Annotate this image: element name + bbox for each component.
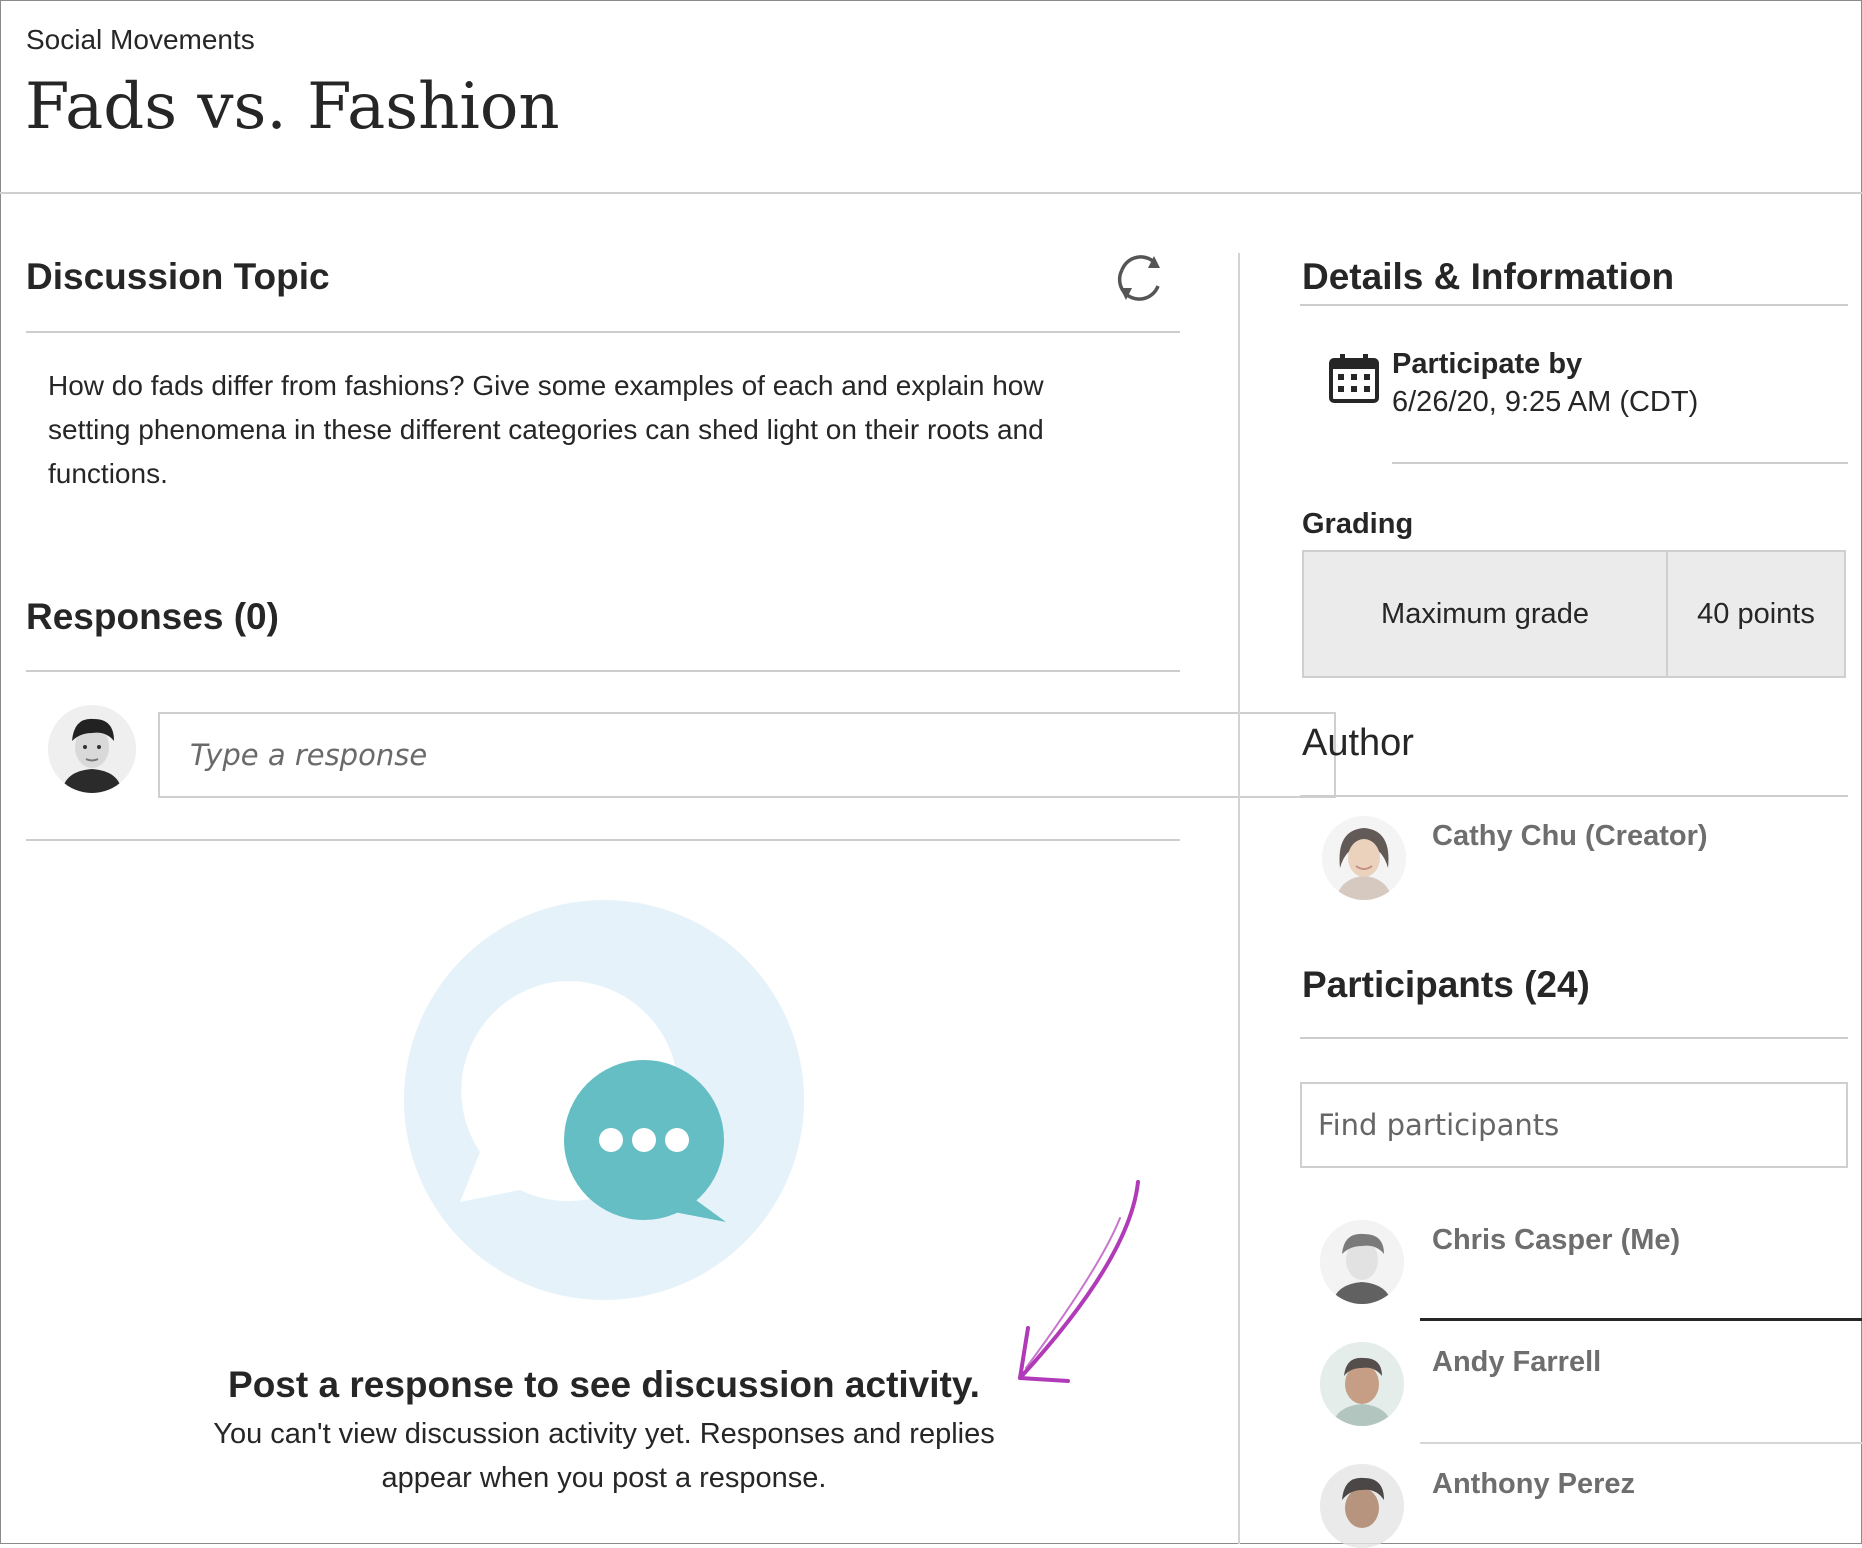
grading-label: Grading — [1302, 508, 1414, 540]
grade-name-cell: Maximum grade — [1304, 552, 1668, 676]
refresh-icon[interactable] — [1112, 250, 1168, 306]
annotation-arrow-icon — [990, 1178, 1150, 1398]
avatar[interactable] — [1322, 816, 1406, 900]
avatar[interactable] — [1320, 1342, 1404, 1426]
empty-state-title: Post a response to see discussion activi… — [228, 1364, 980, 1405]
avatar — [48, 705, 136, 793]
calendar-icon — [1328, 352, 1380, 404]
participants-heading: Participants (24) — [1302, 964, 1590, 1005]
participants-divider — [1300, 1037, 1848, 1039]
response-input[interactable] — [158, 712, 1336, 798]
find-participants-input[interactable] — [1300, 1082, 1848, 1168]
responses-heading: Responses (0) — [26, 596, 279, 637]
avatar[interactable] — [1320, 1220, 1404, 1304]
author-heading: Author — [1302, 722, 1414, 764]
details-heading: Details & Information — [1302, 256, 1675, 297]
responses-divider — [26, 670, 1180, 672]
author-name[interactable]: Cathy Chu (Creator) — [1432, 820, 1708, 853]
response-input-divider — [26, 839, 1180, 841]
participate-by-label: Participate by — [1392, 348, 1583, 380]
topic-divider — [26, 331, 1180, 333]
author-divider — [1300, 795, 1848, 797]
participant-row-divider — [1420, 1442, 1862, 1444]
header-divider — [0, 192, 1862, 194]
participant-name[interactable]: Chris Casper (Me) — [1432, 1224, 1680, 1257]
breadcrumb[interactable]: Social Movements — [26, 24, 255, 56]
page-title: Fads vs. Fashion — [25, 70, 560, 144]
avatar[interactable] — [1320, 1464, 1404, 1548]
discussion-topic-heading: Discussion Topic — [26, 256, 330, 297]
grade-value-cell: 40 points — [1697, 597, 1815, 630]
discussion-illustration — [404, 900, 804, 1300]
participate-divider — [1392, 462, 1848, 464]
participant-name[interactable]: Anthony Perez — [1432, 1468, 1635, 1501]
topic-text: How do fads differ from fashions? Give s… — [48, 370, 1044, 489]
grading-table: Maximum grade 40 points — [1302, 550, 1846, 678]
participant-name[interactable]: Andy Farrell — [1432, 1346, 1601, 1379]
empty-state-description: You can't view discussion activity yet. … — [213, 1418, 995, 1494]
participate-by-date: 6/26/20, 9:25 AM (CDT) — [1392, 386, 1699, 418]
participant-row-divider — [1420, 1318, 1862, 1321]
details-divider — [1300, 304, 1848, 306]
column-divider — [1238, 253, 1240, 1544]
